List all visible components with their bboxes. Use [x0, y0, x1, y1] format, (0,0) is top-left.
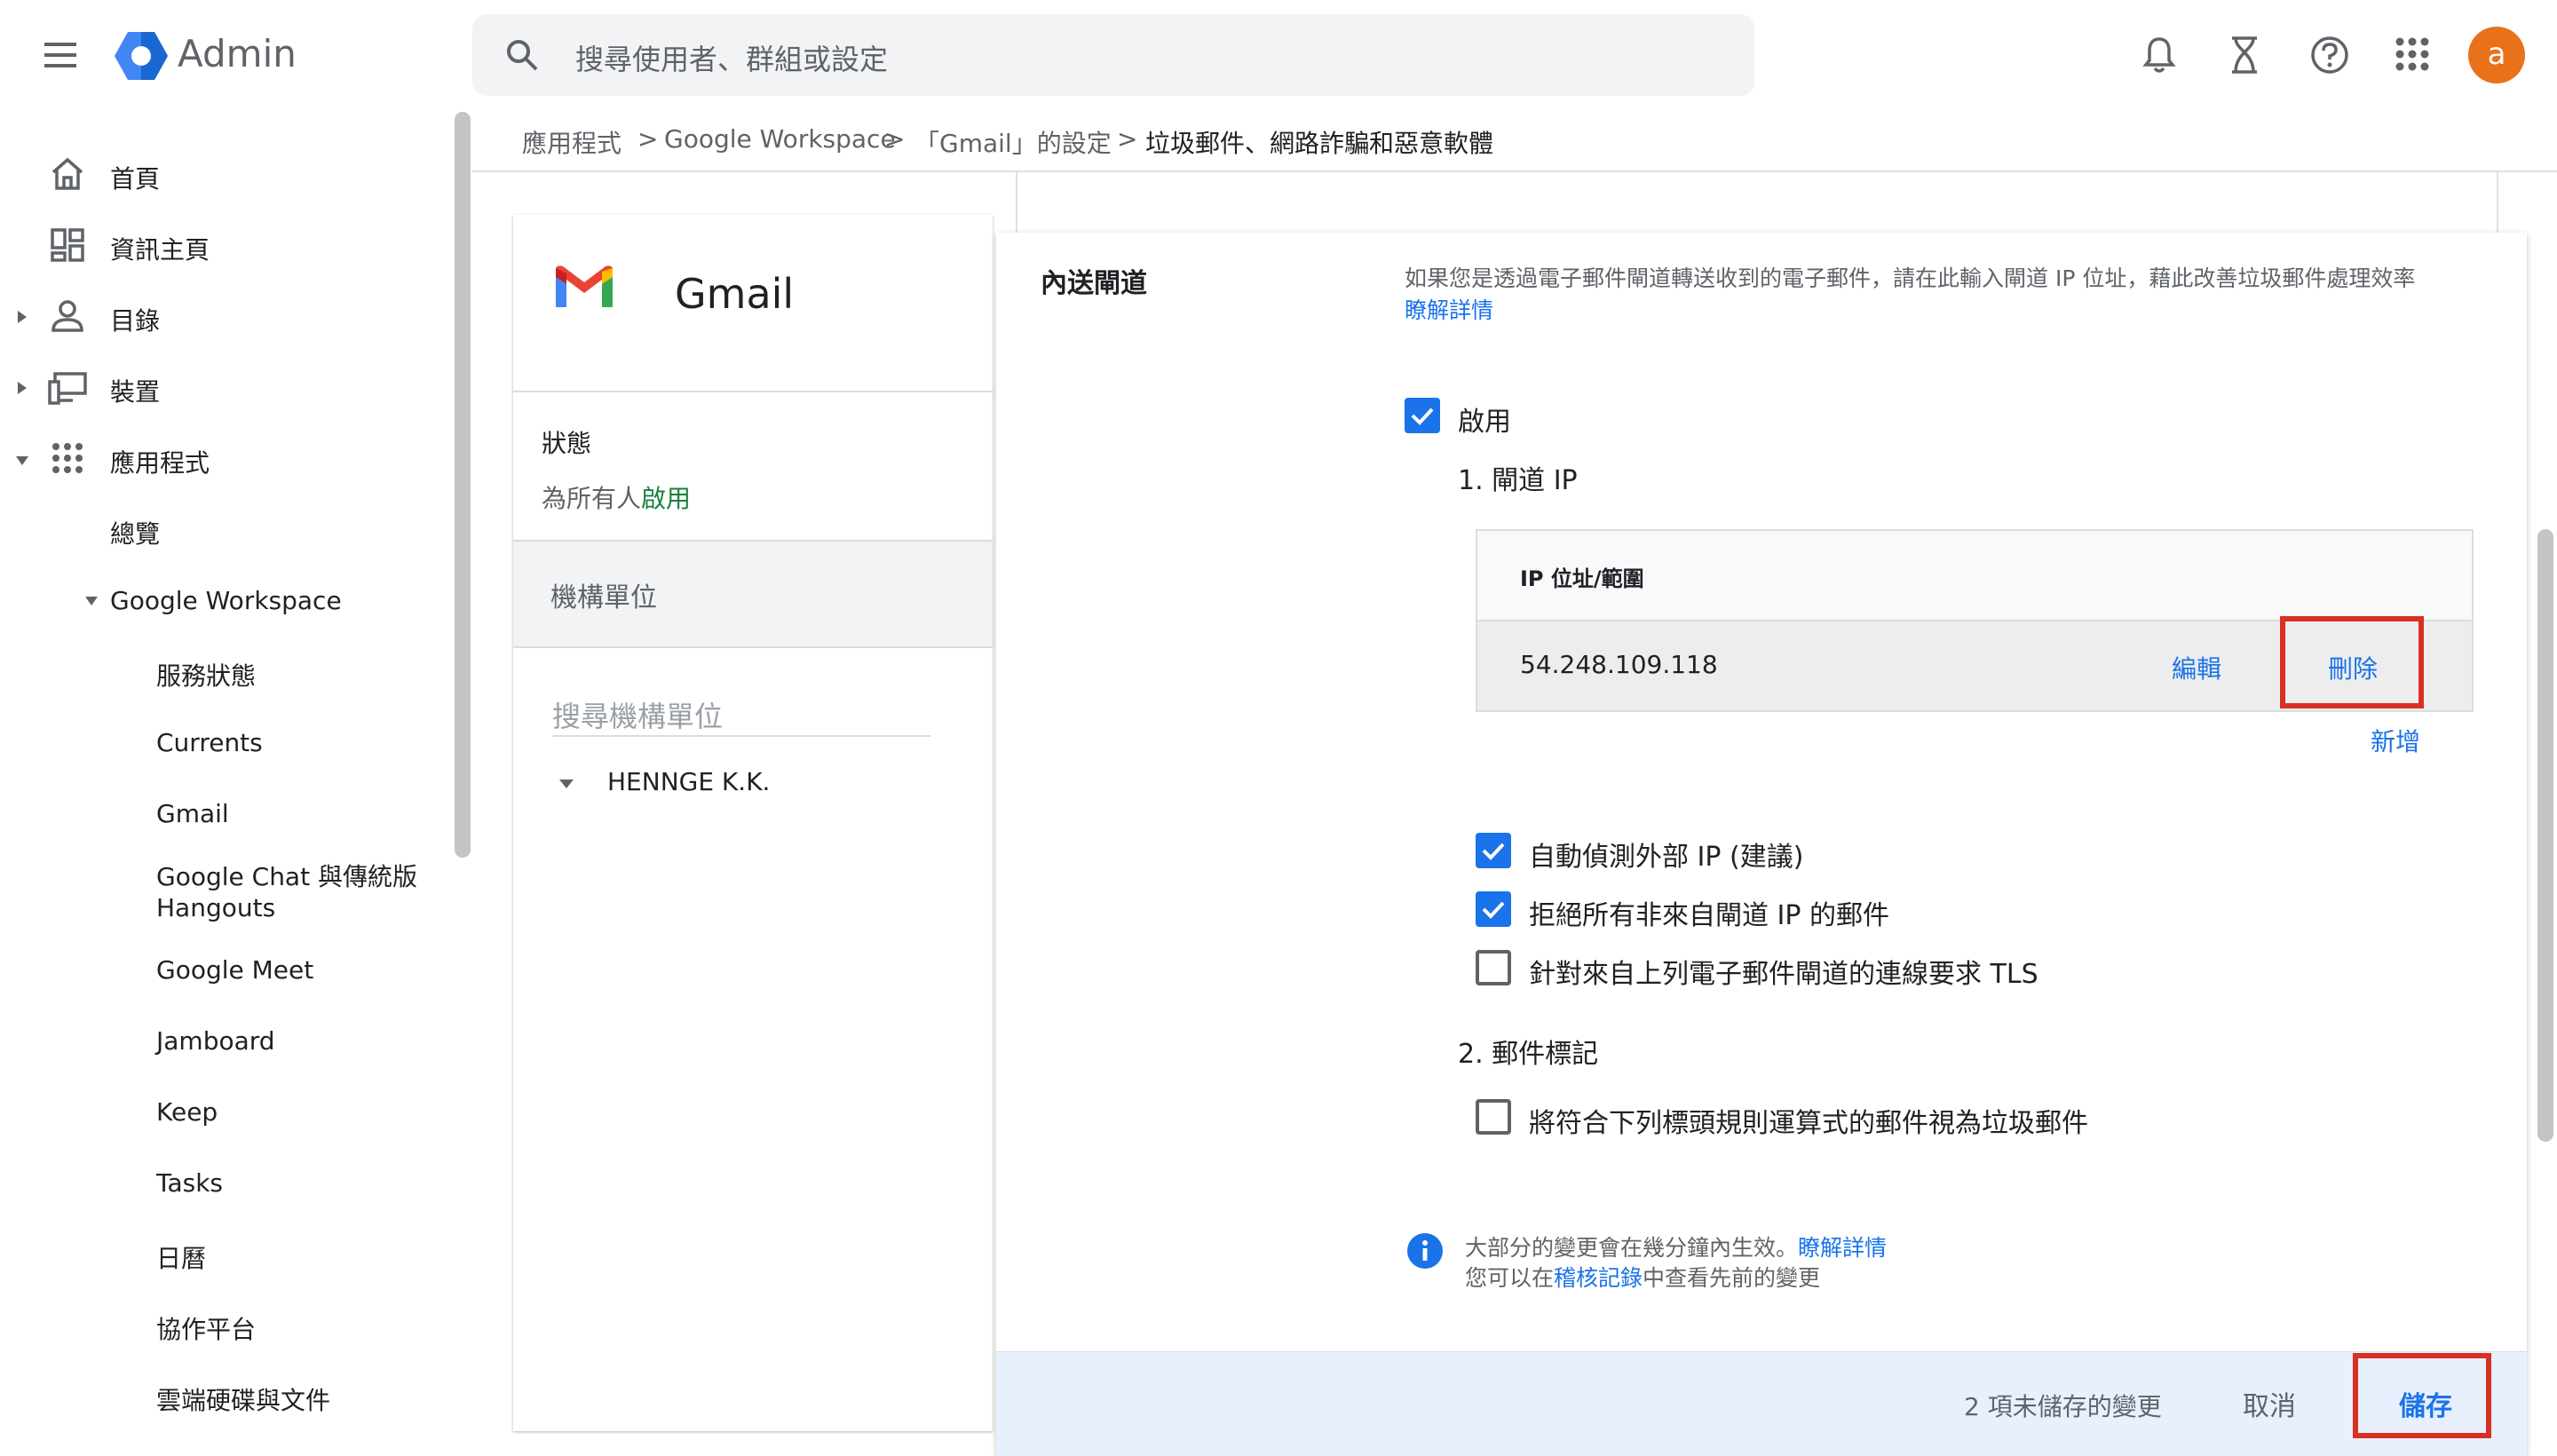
breadcrumb-apps[interactable]: 應用程式 [522, 124, 621, 160]
sidebar-item-sites[interactable]: 協作平台 [156, 1310, 256, 1346]
sidebar-item-currents[interactable]: Currents [156, 728, 263, 757]
ip-table-header: IP 位址/範圍 [1520, 566, 1644, 591]
background-divider [2497, 172, 2498, 234]
unsaved-changes-count: 2 項未儲存的變更 [1964, 1392, 2162, 1421]
info-text: 您可以在 [1465, 1265, 1555, 1291]
breadcrumb-separator: > [637, 124, 659, 154]
sidebar-item-keep[interactable]: Keep [156, 1097, 218, 1127]
add-link[interactable]: 新增 [2371, 723, 2420, 758]
breadcrumb-separator: > [1117, 124, 1138, 154]
hourglass-icon[interactable] [2228, 36, 2260, 75]
info-text: 大部分的變更會在幾分鐘內生效。 [1465, 1235, 1799, 1261]
info-text: 中查看先前的變更 [1643, 1265, 1821, 1291]
search-bar[interactable]: 搜尋使用者、群組或設定 [472, 14, 1754, 96]
expand-arrow-icon[interactable] [16, 309, 28, 325]
status-text: 為所有人啟用 [542, 479, 691, 515]
org-unit-title: 機構單位 [550, 582, 657, 613]
auto-detect-ip-label: 自動偵測外部 IP (建議) [1529, 842, 1804, 873]
enable-label: 啟用 [1458, 407, 1511, 438]
enable-checkbox[interactable] [1405, 398, 1440, 433]
admin-logo-icon[interactable] [114, 30, 169, 82]
status-value: 啟用 [641, 484, 692, 513]
message-tagging-heading: 2. 郵件標記 [1458, 1039, 1599, 1070]
require-tls-label: 針對來自上列電子郵件閘道的連線要求 TLS [1529, 959, 2038, 990]
require-tls-checkbox[interactable] [1476, 950, 1511, 985]
tag-as-spam-checkbox[interactable] [1476, 1099, 1511, 1135]
sidebar-item-google-workspace[interactable]: Google Workspace [110, 586, 342, 615]
person-icon [50, 298, 85, 334]
edit-link[interactable]: 編輯 [2172, 650, 2221, 685]
sidebar-scrollbar[interactable] [455, 112, 471, 858]
reject-non-gateway-label: 拒絕所有非來自閘道 IP 的郵件 [1529, 900, 1890, 931]
sidebar-item-hangouts[interactable]: Hangouts [156, 893, 275, 922]
org-search-input[interactable]: 搜尋機構單位 [552, 694, 930, 737]
search-input[interactable]: 搜尋使用者、群組或設定 [575, 37, 888, 78]
org-unit-header: 機構單位 [513, 540, 993, 648]
section-description: 如果您是透過電子郵件閘道轉送收到的電子郵件，請在此輸入閘道 IP 位址，藉此改善… [1405, 265, 2416, 291]
gateway-ip-heading: 1. 閘道 IP [1458, 465, 1578, 496]
app-title[interactable]: Admin [178, 32, 297, 75]
info-line-1: 大部分的變更會在幾分鐘內生效。瞭解詳情 [1465, 1230, 1887, 1262]
background-divider [1016, 172, 1017, 234]
sidebar-item-tasks[interactable]: Tasks [156, 1168, 223, 1198]
breadcrumb-divider [472, 170, 2557, 172]
tag-as-spam-label: 將符合下列標頭規則運算式的郵件視為垃圾郵件 [1529, 1108, 2088, 1139]
org-root-item[interactable]: HENNGE K.K. [607, 767, 770, 796]
info-icon [1406, 1232, 1444, 1270]
sidebar-item-google-meet[interactable]: Google Meet [156, 955, 313, 985]
app-name: Gmail [675, 270, 795, 318]
expand-arrow-icon[interactable] [16, 380, 28, 396]
save-highlight-box [2353, 1353, 2491, 1438]
reject-non-gateway-checkbox[interactable] [1476, 891, 1511, 927]
sidebar-item-service-status[interactable]: 服務狀態 [156, 657, 256, 692]
collapse-arrow-icon[interactable] [14, 455, 30, 467]
sidebar-item-jamboard[interactable]: Jamboard [156, 1026, 275, 1056]
learn-more-link[interactable]: 瞭解詳情 [1405, 293, 1493, 325]
divider [513, 391, 993, 392]
panel-scrollbar[interactable] [2537, 529, 2553, 1142]
sidebar-item-home[interactable]: 首頁 [110, 160, 160, 195]
avatar[interactable]: a [2468, 27, 2525, 83]
sidebar-item-gmail[interactable]: Gmail [156, 799, 229, 828]
search-icon[interactable] [504, 37, 540, 73]
sidebar-item-calendar[interactable]: 日曆 [156, 1239, 206, 1275]
ip-address: 54.248.109.118 [1520, 650, 1718, 679]
cancel-button[interactable]: 取消 [2243, 1384, 2296, 1423]
apps-grid-icon[interactable] [2395, 37, 2429, 71]
save-bar: 2 項未儲存的變更 取消 儲存 [996, 1351, 2527, 1456]
audit-log-link[interactable]: 稽核記錄 [1554, 1265, 1643, 1291]
sidebar-item-dashboard[interactable]: 資訊主頁 [110, 231, 210, 266]
collapse-arrow-icon[interactable] [83, 595, 99, 607]
sidebar-item-apps[interactable]: 應用程式 [110, 444, 210, 479]
section-title: 內送閘道 [1041, 268, 1147, 299]
help-icon[interactable] [2310, 36, 2349, 75]
dashboard-icon [50, 227, 85, 263]
gmail-app-card: Gmail 狀態 為所有人啟用 機構單位 搜尋機構單位 HENNGE K.K. [513, 215, 993, 1431]
status-prefix: 為所有人 [542, 484, 642, 513]
auto-detect-ip-checkbox[interactable] [1476, 833, 1511, 868]
inbound-gateway-panel: 內送閘道 如果您是透過電子郵件閘道轉送收到的電子郵件，請在此輸入閘道 IP 位址… [996, 233, 2527, 1456]
menu-icon[interactable] [43, 41, 78, 69]
top-app-bar: Admin 搜尋使用者、群組或設定 a [0, 0, 2557, 110]
breadcrumb-google-workspace[interactable]: Google Workspace [664, 124, 896, 154]
sidebar-item-google-chat[interactable]: Google Chat 與傳統版 [156, 858, 417, 893]
sidebar-item-directory[interactable]: 目錄 [110, 302, 160, 337]
apps-icon [51, 442, 83, 474]
collapse-arrow-icon[interactable] [558, 778, 575, 790]
delete-highlight-box [2280, 616, 2424, 708]
status-label: 狀態 [542, 429, 592, 458]
breadcrumb-separator: > [884, 124, 906, 154]
bell-icon[interactable] [2141, 36, 2177, 75]
sidebar-item-devices[interactable]: 裝置 [110, 373, 160, 408]
gmail-logo-icon [552, 261, 616, 311]
devices-icon [48, 371, 89, 405]
home-icon [50, 156, 85, 192]
sidebar-item-overview[interactable]: 總覽 [110, 515, 160, 550]
info-line-2: 您可以在稽核記錄中查看先前的變更 [1465, 1261, 1820, 1293]
info-learn-more-link[interactable]: 瞭解詳情 [1798, 1235, 1887, 1261]
sidebar-item-drive-docs[interactable]: 雲端硬碟與文件 [156, 1381, 330, 1417]
breadcrumb-gmail-settings[interactable]: 「Gmail」的設定 [914, 124, 1112, 160]
breadcrumb-current: 垃圾郵件、網路詐騙和惡意軟體 [1145, 129, 1494, 158]
